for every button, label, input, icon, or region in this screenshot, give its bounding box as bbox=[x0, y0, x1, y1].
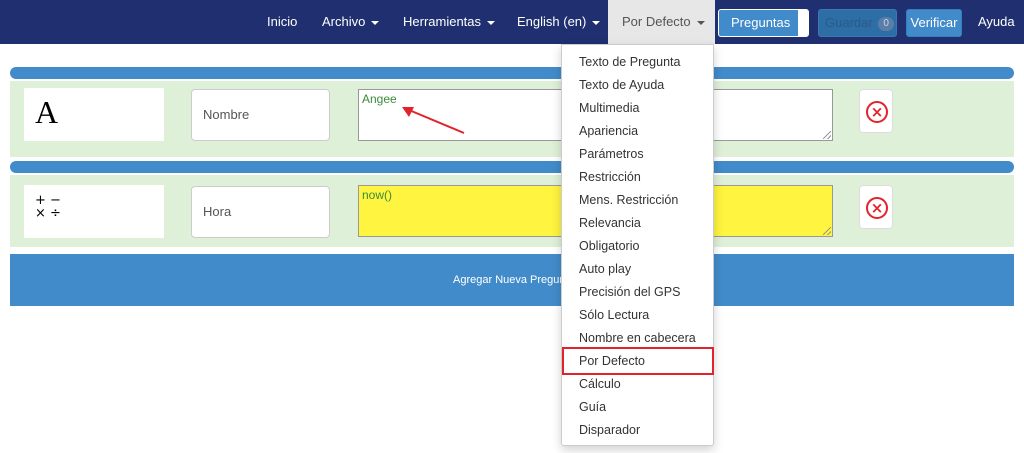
arrow-shaft bbox=[408, 109, 465, 134]
annotation-arrow-icon bbox=[402, 107, 465, 134]
